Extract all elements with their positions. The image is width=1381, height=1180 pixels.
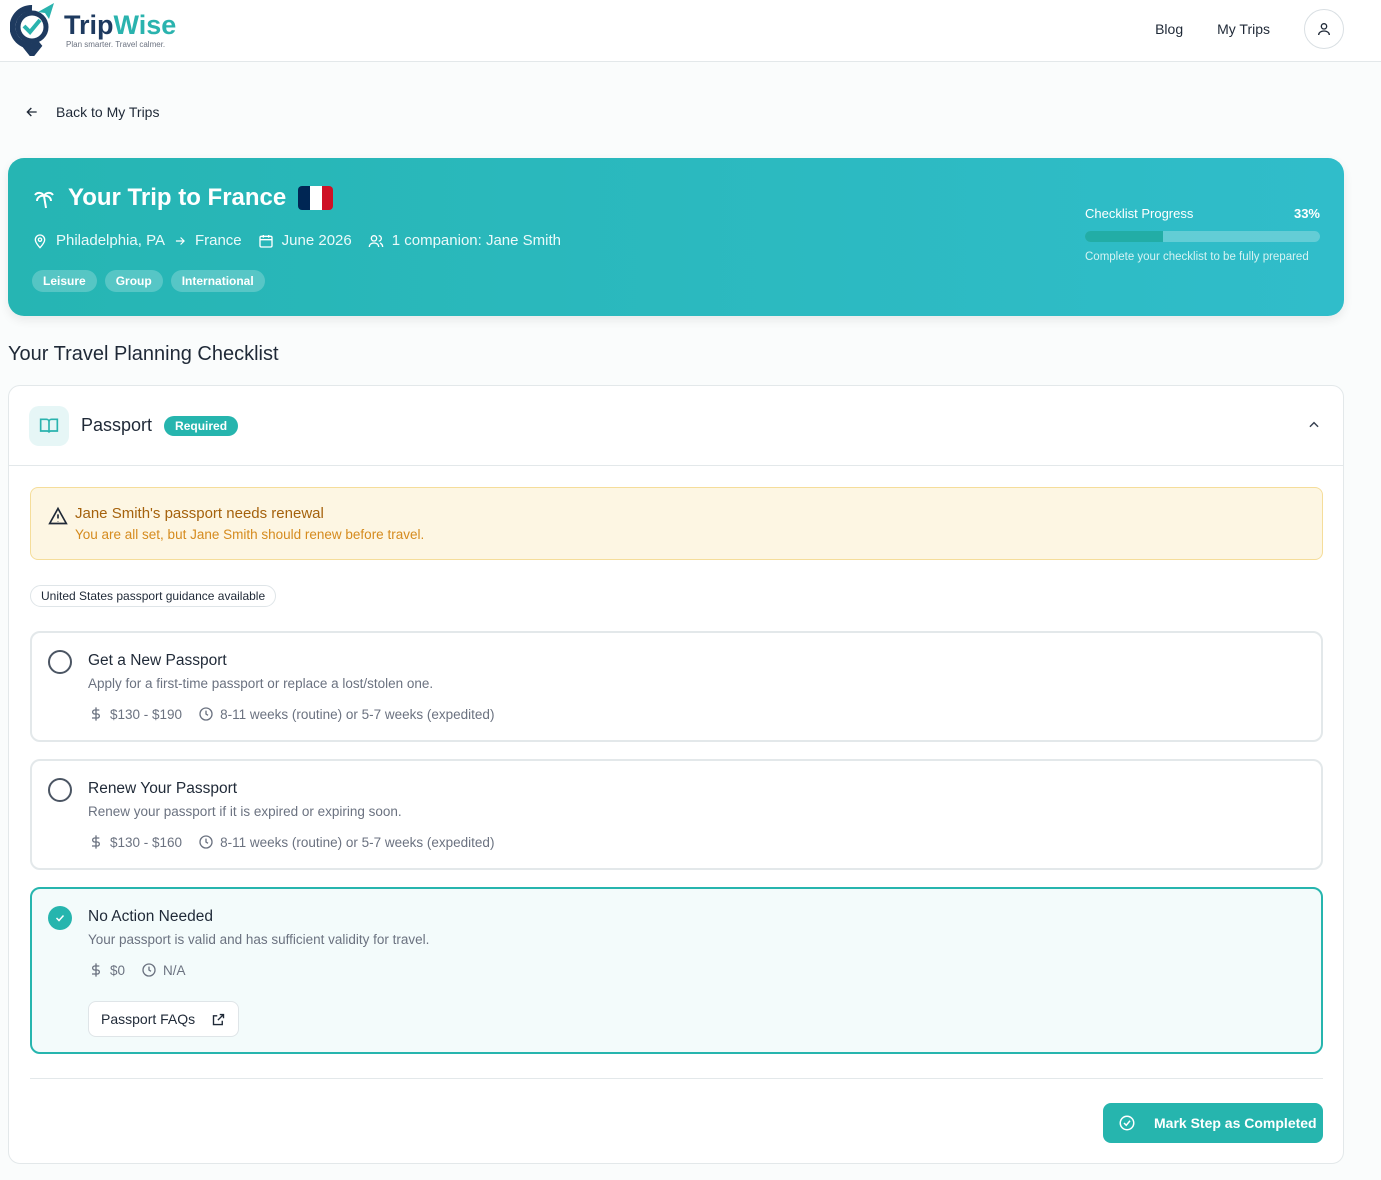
check-circle-icon <box>1118 1114 1136 1132</box>
nav-blog[interactable]: Blog <box>1155 21 1183 37</box>
passport-faqs-link[interactable]: Passport FAQs <box>88 1001 239 1037</box>
arrow-left-icon <box>24 104 40 120</box>
checklist-card-passport: Passport Required Jane Smith's passport … <box>8 385 1344 1164</box>
guidance-pill: United States passport guidance availabl… <box>30 585 276 607</box>
dollar-icon <box>88 962 104 978</box>
option-time: 8-11 weeks (routine) or 5-7 weeks (exped… <box>220 835 494 850</box>
tag-group: Group <box>105 270 163 292</box>
progress-value: 33% <box>1294 206 1320 221</box>
top-header: TripWise Plan smarter. Travel calmer. Bl… <box>0 0 1381 62</box>
tag-leisure: Leisure <box>32 270 97 292</box>
option-cost: $0 <box>110 963 125 978</box>
radio-unchecked[interactable] <box>48 650 72 674</box>
dollar-icon <box>88 834 104 850</box>
chevron-up-icon[interactable] <box>1307 418 1321 432</box>
map-pin-icon <box>32 233 48 249</box>
alert-title: Jane Smith's passport needs renewal <box>75 505 324 522</box>
back-label: Back to My Trips <box>56 104 159 120</box>
palm-tree-icon <box>32 186 56 210</box>
trip-date: June 2026 <box>282 232 352 249</box>
mark-completed-button[interactable]: Mark Step as Completed <box>1103 1103 1323 1143</box>
progress-bar-fill <box>1085 231 1163 242</box>
option-description: Your passport is valid and has sufficien… <box>88 932 429 947</box>
faq-label: Passport FAQs <box>101 1011 195 1027</box>
required-badge: Required <box>164 416 238 436</box>
option-new-passport[interactable]: Get a New Passport Apply for a first-tim… <box>30 631 1323 742</box>
user-icon <box>1316 21 1332 37</box>
warning-icon <box>48 506 68 526</box>
dollar-icon <box>88 706 104 722</box>
option-time: N/A <box>163 963 186 978</box>
nav-my-trips[interactable]: My Trips <box>1217 21 1270 37</box>
clock-icon <box>141 962 157 978</box>
progress-label: Checklist Progress <box>1085 206 1193 221</box>
trip-hero: Your Trip to France Philadelphia, PA Fra… <box>8 158 1344 316</box>
book-open-icon <box>39 416 59 436</box>
renewal-alert: Jane Smith's passport needs renewal You … <box>30 487 1323 560</box>
option-title: Renew Your Passport <box>88 780 237 798</box>
option-cost: $130 - $160 <box>110 835 182 850</box>
trip-title: Your Trip to France <box>68 184 286 212</box>
alert-text: You are all set, but Jane Smith should r… <box>75 527 424 542</box>
option-title: Get a New Passport <box>88 652 227 670</box>
trip-origin: Philadelphia, PA <box>56 232 165 249</box>
users-icon <box>368 233 384 249</box>
user-menu-button[interactable] <box>1304 9 1344 49</box>
progress-subtext: Complete your checklist to be fully prep… <box>1085 251 1320 263</box>
calendar-icon <box>258 233 274 249</box>
external-link-icon <box>211 1012 226 1027</box>
section-title: Your Travel Planning Checklist <box>8 343 279 366</box>
option-title: No Action Needed <box>88 908 213 926</box>
divider <box>30 1078 1323 1079</box>
trip-companions: 1 companion: Jane Smith <box>392 232 561 249</box>
logo-pin-icon <box>10 2 56 56</box>
clock-icon <box>198 834 214 850</box>
checklist-progress: Checklist Progress 33% Complete your chec… <box>1085 206 1320 263</box>
tagline: Plan smarter. Travel calmer. <box>66 40 176 49</box>
option-no-action[interactable]: No Action Needed Your passport is valid … <box>30 887 1323 1054</box>
card-header[interactable]: Passport Required <box>9 386 1343 466</box>
mark-completed-label: Mark Step as Completed <box>1154 1115 1317 1131</box>
check-icon <box>54 912 66 924</box>
trip-destination: France <box>195 232 242 249</box>
option-renew-passport[interactable]: Renew Your Passport Renew your passport … <box>30 759 1323 870</box>
clock-icon <box>198 706 214 722</box>
logo[interactable]: TripWise Plan smarter. Travel calmer. <box>10 2 176 56</box>
option-time: 8-11 weeks (routine) or 5-7 weeks (exped… <box>220 707 494 722</box>
tag-international: International <box>171 270 265 292</box>
radio-unchecked[interactable] <box>48 778 72 802</box>
france-flag-icon <box>298 186 333 210</box>
card-title: Passport <box>81 415 152 436</box>
progress-bar <box>1085 231 1320 242</box>
back-link[interactable]: Back to My Trips <box>24 104 159 120</box>
radio-checked[interactable] <box>48 906 72 930</box>
brand-name: Trip <box>64 10 114 40</box>
option-description: Apply for a first-time passport or repla… <box>88 676 433 691</box>
arrow-right-icon <box>173 234 187 248</box>
option-description: Renew your passport if it is expired or … <box>88 804 402 819</box>
brand-name-accent: Wise <box>114 10 177 40</box>
option-cost: $130 - $190 <box>110 707 182 722</box>
